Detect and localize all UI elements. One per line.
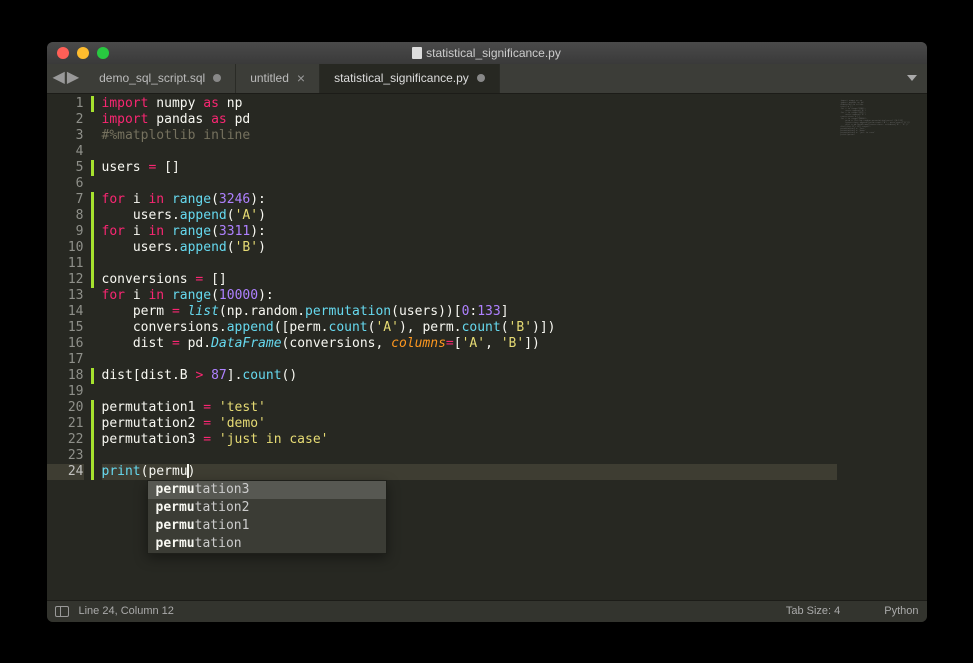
- code-line[interactable]: [102, 352, 837, 368]
- line-number[interactable]: 22: [47, 432, 84, 448]
- title-bar[interactable]: statistical_significance.py: [47, 42, 927, 64]
- line-number[interactable]: 17: [47, 352, 84, 368]
- dirty-indicator-icon: [213, 74, 221, 82]
- line-number[interactable]: 20: [47, 400, 84, 416]
- modified-marker: [91, 368, 94, 384]
- tab-label: untitled: [250, 71, 289, 85]
- line-number[interactable]: 3: [47, 128, 84, 144]
- code-line[interactable]: [102, 384, 837, 400]
- panel-switcher-icon[interactable]: [55, 606, 69, 617]
- line-number[interactable]: 23: [47, 448, 84, 464]
- code-line[interactable]: users.append('A'): [102, 208, 837, 224]
- autocomplete-match: permu: [156, 536, 195, 551]
- line-number-gutter[interactable]: 123456789101112131415161718192021222324: [47, 94, 92, 600]
- autocomplete-item[interactable]: permutation3: [148, 481, 386, 499]
- zoom-window-button[interactable]: [97, 47, 109, 59]
- code-line[interactable]: permutation3 = 'just in case': [102, 432, 837, 448]
- tab-label: statistical_significance.py: [334, 71, 469, 85]
- code-line[interactable]: permutation2 = 'demo': [102, 416, 837, 432]
- title-bar-title: statistical_significance.py: [47, 46, 927, 60]
- autocomplete-match: permu: [156, 482, 195, 497]
- line-number[interactable]: 18: [47, 368, 84, 384]
- line-number[interactable]: 4: [47, 144, 84, 160]
- code-line[interactable]: perm = list(np.random.permutation(users)…: [102, 304, 837, 320]
- line-number[interactable]: 2: [47, 112, 84, 128]
- modified-marker: [91, 96, 94, 112]
- modified-marker: [91, 192, 94, 288]
- code-line[interactable]: [102, 448, 837, 464]
- status-syntax[interactable]: Python: [884, 605, 918, 617]
- code-line[interactable]: permutation1 = 'test': [102, 400, 837, 416]
- tab-label: demo_sql_script.sql: [99, 71, 205, 85]
- minimap[interactable]: import numpy as npimport pandas as pd#%m…: [837, 94, 927, 600]
- autocomplete-item[interactable]: permutation: [148, 535, 386, 553]
- document-icon: [412, 47, 422, 59]
- code-line[interactable]: conversions = []: [102, 272, 837, 288]
- code-line[interactable]: [102, 256, 837, 272]
- line-number[interactable]: 7: [47, 192, 84, 208]
- app-window: statistical_significance.py ◀ ▶ demo_sql…: [47, 42, 927, 622]
- modified-marker: [91, 160, 94, 176]
- close-window-button[interactable]: [57, 47, 69, 59]
- tab-demo_sql_script-sql[interactable]: demo_sql_script.sql: [85, 64, 236, 93]
- code-line[interactable]: for i in range(10000):: [102, 288, 837, 304]
- status-tab-size[interactable]: Tab Size: 4: [786, 605, 840, 617]
- code-line[interactable]: for i in range(3311):: [102, 224, 837, 240]
- minimize-window-button[interactable]: [77, 47, 89, 59]
- autocomplete-item[interactable]: permutation1: [148, 517, 386, 535]
- autocomplete-match: permu: [156, 518, 195, 533]
- code-line[interactable]: dist[dist.B > 87].count(): [102, 368, 837, 384]
- line-number[interactable]: 19: [47, 384, 84, 400]
- window-title: statistical_significance.py: [426, 46, 561, 60]
- autocomplete-popup[interactable]: permutation3permutation2permutation1perm…: [147, 480, 387, 554]
- window-controls: [57, 47, 109, 59]
- line-number[interactable]: 9: [47, 224, 84, 240]
- autocomplete-match: permu: [156, 500, 195, 515]
- line-number[interactable]: 8: [47, 208, 84, 224]
- code-line[interactable]: #%matplotlib inline: [102, 128, 837, 144]
- line-number[interactable]: 5: [47, 160, 84, 176]
- tab-bar: ◀ ▶ demo_sql_script.sql untitled × statisti…: [47, 64, 927, 94]
- chevron-down-icon: [907, 75, 917, 81]
- line-number[interactable]: 16: [47, 336, 84, 352]
- modified-marker: [91, 400, 94, 480]
- code-line[interactable]: print(permu): [102, 464, 837, 480]
- code-line[interactable]: import numpy as np: [102, 96, 837, 112]
- line-number[interactable]: 12: [47, 272, 84, 288]
- line-number[interactable]: 13: [47, 288, 84, 304]
- tab-statistical_significance-py[interactable]: statistical_significance.py: [320, 64, 500, 93]
- code-line[interactable]: [102, 176, 837, 192]
- status-bar: Line 24, Column 12 Tab Size: 4 Python: [47, 600, 927, 622]
- line-number[interactable]: 1: [47, 96, 84, 112]
- editor-area: 123456789101112131415161718192021222324 …: [47, 94, 927, 600]
- tab-overflow-button[interactable]: [897, 64, 927, 93]
- nav-back-button[interactable]: ◀: [53, 70, 65, 86]
- autocomplete-item[interactable]: permutation2: [148, 499, 386, 517]
- line-number[interactable]: 21: [47, 416, 84, 432]
- tab-untitled[interactable]: untitled ×: [236, 64, 320, 93]
- line-number[interactable]: 24: [47, 464, 84, 480]
- code-line[interactable]: dist = pd.DataFrame(conversions, columns…: [102, 336, 837, 352]
- status-position[interactable]: Line 24, Column 12: [79, 605, 174, 617]
- dirty-indicator-icon: [477, 74, 485, 82]
- code-line[interactable]: [102, 144, 837, 160]
- line-number[interactable]: 10: [47, 240, 84, 256]
- code-line[interactable]: for i in range(3246):: [102, 192, 837, 208]
- line-number[interactable]: 6: [47, 176, 84, 192]
- line-number[interactable]: 14: [47, 304, 84, 320]
- code-line[interactable]: users.append('B'): [102, 240, 837, 256]
- nav-forward-button[interactable]: ▶: [67, 70, 79, 86]
- line-number[interactable]: 11: [47, 256, 84, 272]
- nav-arrows: ◀ ▶: [47, 64, 86, 93]
- code-line[interactable]: import pandas as pd: [102, 112, 837, 128]
- close-tab-button[interactable]: ×: [297, 70, 305, 86]
- code-line[interactable]: users = []: [102, 160, 837, 176]
- code-line[interactable]: conversions.append([perm.count('A'), per…: [102, 320, 837, 336]
- line-number[interactable]: 15: [47, 320, 84, 336]
